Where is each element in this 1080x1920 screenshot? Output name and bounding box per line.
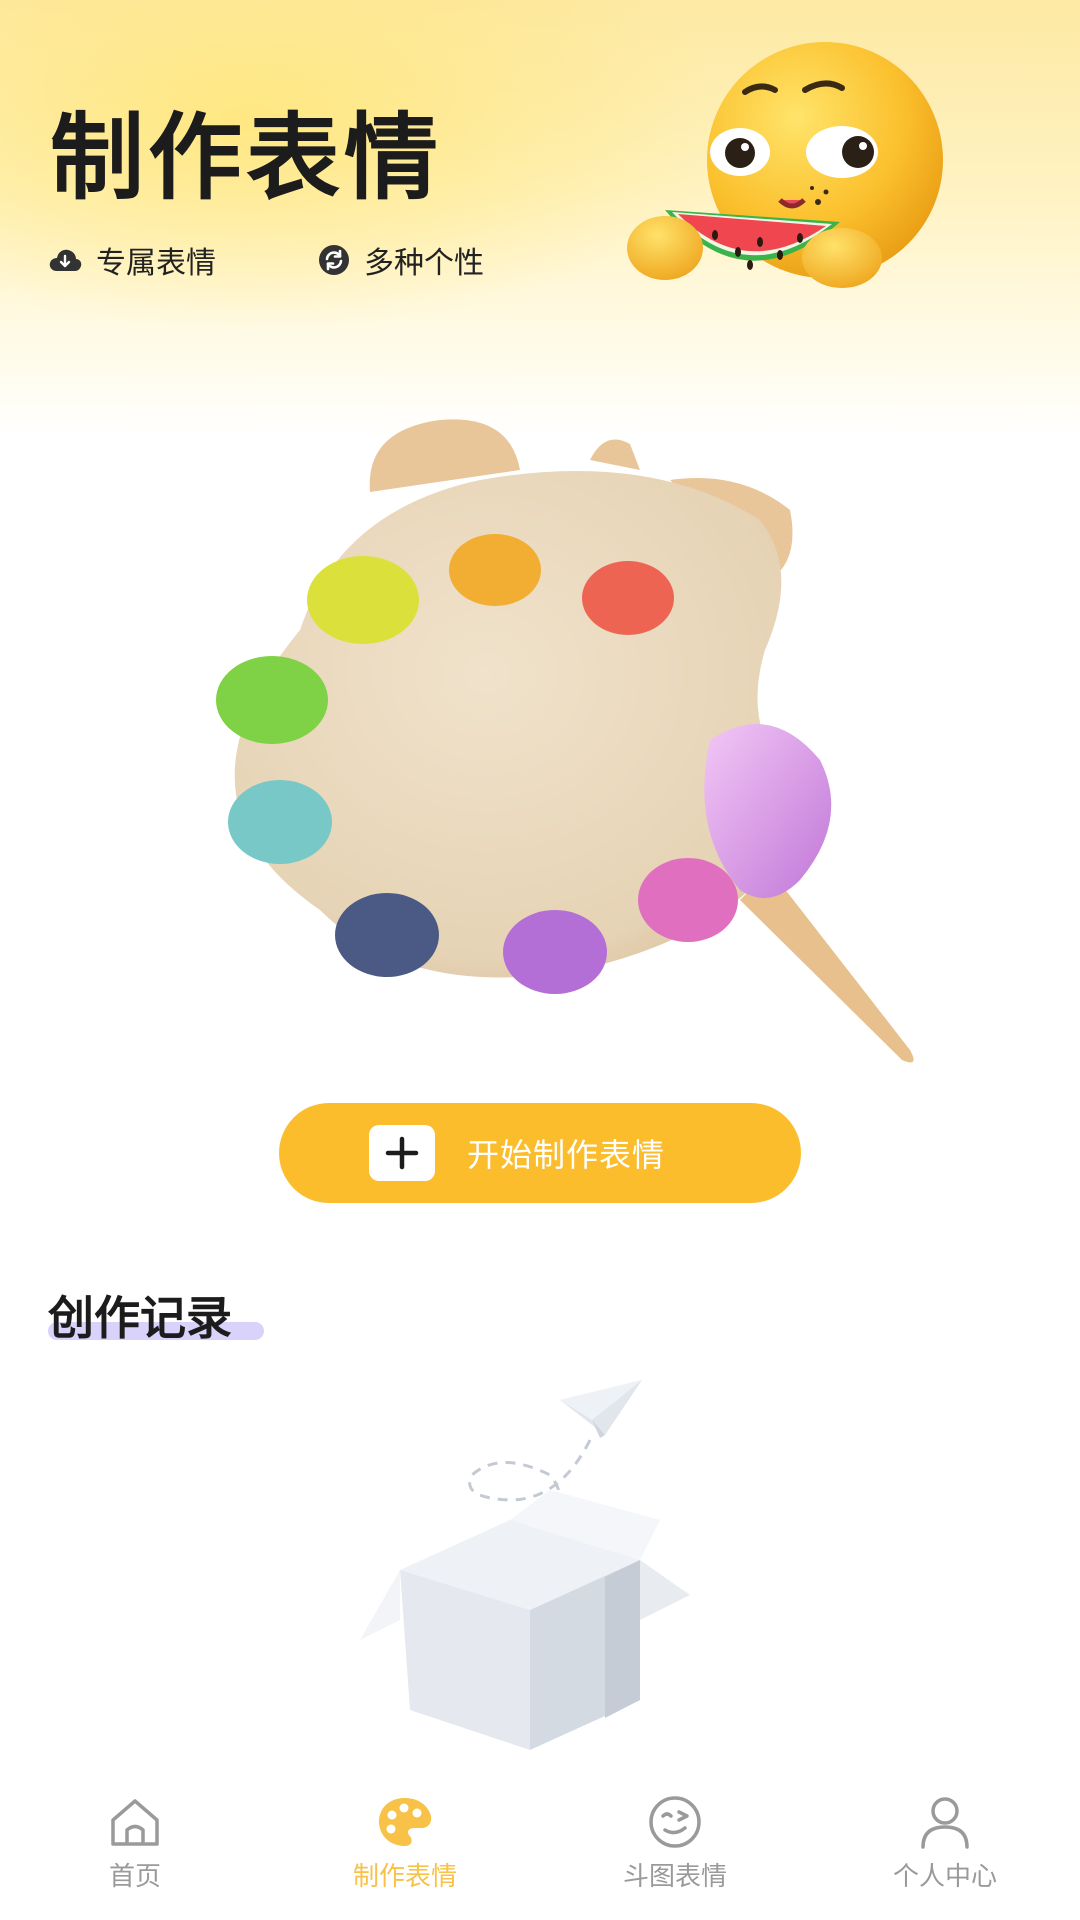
mascot-emoji-illustration: [627, 42, 943, 288]
nav-label: 斗图表情: [622, 1862, 727, 1892]
wink-face-icon: [645, 1794, 705, 1850]
person-icon: [915, 1794, 975, 1850]
page-title: 制作表情: [50, 104, 443, 213]
nav-item-meme-battle[interactable]: 斗图表情: [540, 1780, 810, 1920]
nav-label: 首页: [108, 1862, 161, 1892]
nav-item-profile[interactable]: 个人中心: [810, 1780, 1080, 1920]
feature-label: 多种个性: [364, 246, 484, 281]
refresh-circle-icon: [319, 245, 349, 275]
palette-icon: [375, 1794, 435, 1850]
nav-label: 个人中心: [892, 1862, 997, 1892]
section-title: 创作记录: [48, 1291, 232, 1345]
start-making-emoji-button[interactable]: 开始制作表情: [279, 1103, 801, 1203]
empty-box-illustration: [360, 1380, 690, 1750]
nav-item-make-emoji[interactable]: 制作表情: [270, 1780, 540, 1920]
plus-icon: [369, 1125, 435, 1181]
cloud-download-icon: [49, 249, 82, 271]
nav-label: 制作表情: [352, 1862, 457, 1892]
bottom-nav: 首页 制作表情 斗图表情 个人中心: [0, 1780, 1080, 1920]
make-emoji-page: 制作表情 专属表情 多种个性 开始制作表情 创作记录 首页 制作表情 斗图表情 …: [0, 0, 1080, 1920]
palette-illustration: [216, 419, 914, 1063]
feature-label: 专属表情: [96, 246, 216, 281]
home-icon: [105, 1794, 165, 1850]
nav-item-home[interactable]: 首页: [0, 1780, 270, 1920]
feature-exclusive: 专属表情: [48, 240, 216, 281]
cta-label: 开始制作表情: [467, 1136, 666, 1174]
feature-variety: 多种个性: [318, 240, 484, 281]
